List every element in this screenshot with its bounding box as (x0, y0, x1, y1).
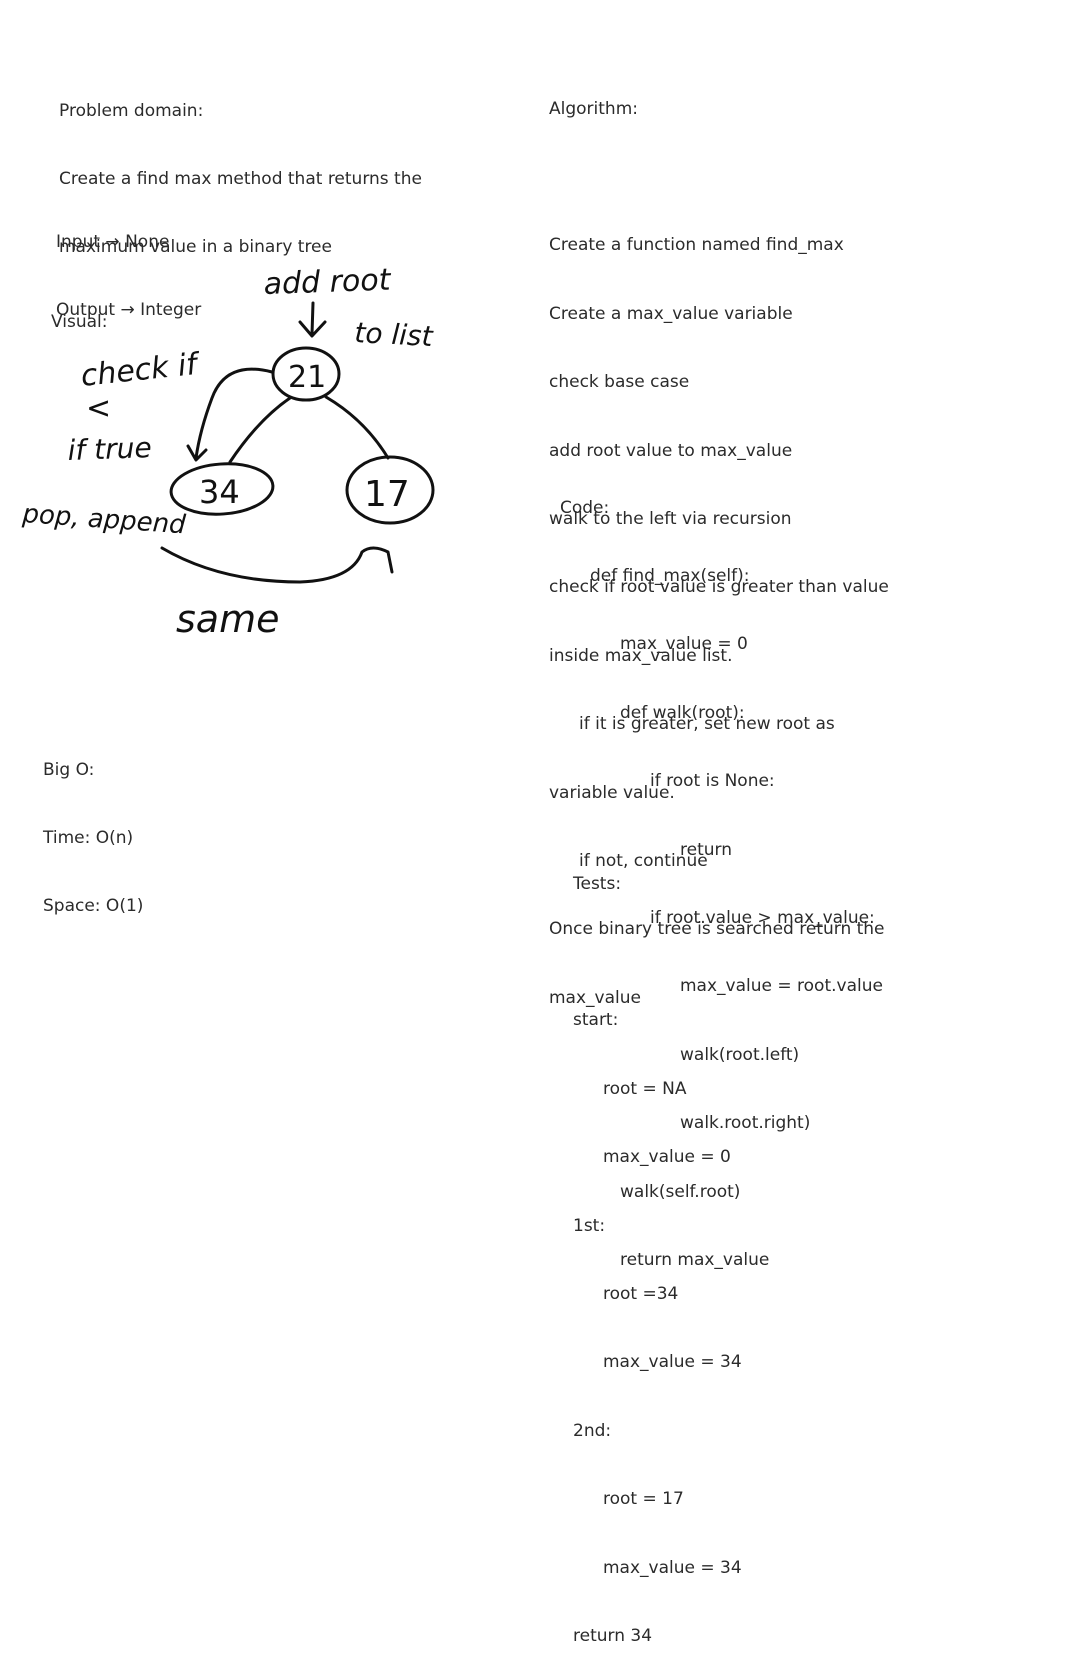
root-node-value: 21 (288, 360, 326, 395)
tests-line: max_value = 34 (603, 1557, 742, 1578)
tests-line: 1st: (573, 1215, 606, 1236)
edge-root-left (228, 396, 292, 464)
less-than-annotation: < (86, 391, 111, 426)
tests-line: root =34 (603, 1283, 679, 1304)
right-node-value: 17 (364, 474, 410, 515)
add-root-annotation-line1: add root (263, 263, 392, 302)
arrow-down-icon (298, 301, 327, 338)
check-if-annotation: check if (79, 347, 203, 394)
tests-line: max_value = 34 (603, 1352, 742, 1373)
check-arrow-icon (186, 367, 274, 462)
tests-line: 2nd: (573, 1420, 612, 1441)
tests-line: return 34 (573, 1625, 653, 1646)
add-root-annotation-line2: to list (354, 316, 435, 353)
same-annotation: same (176, 597, 279, 641)
if-true-annotation: if true (67, 431, 152, 467)
edge-root-right (324, 395, 390, 460)
left-node-value: 34 (199, 473, 240, 511)
same-connector-curve (160, 546, 394, 584)
tree-sketch: add root to list check if < if true pop,… (21, 263, 435, 641)
tests-line: root = 17 (603, 1489, 684, 1510)
tests-line: max_value = 0 (603, 1147, 731, 1168)
pop-append-annotation: pop, append (21, 499, 188, 540)
